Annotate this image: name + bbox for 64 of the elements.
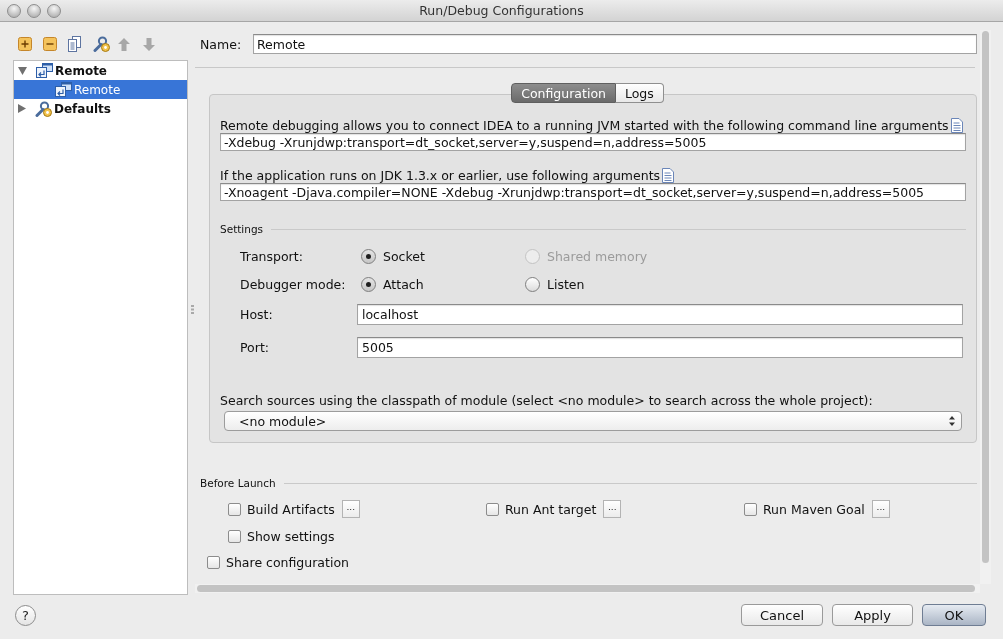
copy-icon[interactable]: [68, 36, 81, 52]
dialog-button[interactable]: OK: [922, 604, 986, 626]
description-text: Search sources using the classpath of module (select <no module> to search across the whole project):: [220, 393, 873, 408]
close-button[interactable]: [7, 3, 21, 18]
add-icon[interactable]: [18, 37, 32, 51]
field-label: Debugger mode:: [240, 276, 347, 292]
description-text: Remote debugging allows you to connect IDEA to a running JVM started with the following command line arguments: [220, 118, 949, 133]
tree-item[interactable]: Remote: [14, 61, 187, 80]
scrollbar-thumb[interactable]: [197, 585, 975, 592]
help-button[interactable]: ?: [15, 604, 36, 626]
checkbox[interactable]: [486, 502, 499, 516]
triangle-right-icon[interactable]: [18, 104, 26, 113]
tab[interactable]: Configuration: [511, 83, 616, 103]
radio-button[interactable]: [361, 276, 376, 292]
triangle-down-icon[interactable]: [18, 66, 27, 75]
wrench-gear-icon[interactable]: [93, 36, 110, 52]
dialog-button[interactable]: Cancel: [741, 604, 823, 626]
browse-button[interactable]: ...: [603, 500, 622, 518]
scrollbar-thumb[interactable]: [982, 31, 989, 563]
tree-item[interactable]: Remote: [14, 80, 187, 99]
radio-label: Attach: [383, 276, 424, 292]
radio-button[interactable]: [525, 276, 540, 292]
window-arrow-icon: [36, 63, 53, 78]
radio-button[interactable]: [361, 248, 376, 264]
window-arrow-icon: [55, 82, 72, 97]
text-field[interactable]: localhost: [357, 304, 963, 325]
checkbox-label: Build Artifacts: [247, 501, 335, 517]
field-label: Host:: [240, 307, 274, 322]
field-label: Name:: [200, 36, 243, 52]
checkbox[interactable]: [228, 529, 241, 543]
checkbox-label: Show settings: [247, 528, 335, 544]
horizontal-scrollbar[interactable]: [195, 584, 980, 593]
name-field[interactable]: Remote: [253, 34, 977, 54]
remove-icon[interactable]: [43, 37, 57, 51]
dialog-button[interactable]: Apply: [832, 604, 913, 626]
checkbox-label: Run Maven Goal: [763, 501, 865, 517]
radio-label: Shared memory: [547, 248, 648, 264]
browse-button[interactable]: ...: [871, 500, 890, 518]
updown-arrows-icon: [949, 416, 955, 426]
checkbox[interactable]: [207, 555, 220, 569]
vertical-scrollbar[interactable]: [980, 30, 991, 584]
window-title: Run/Debug Configurations: [419, 3, 584, 18]
field-label: Port:: [240, 340, 270, 355]
checkbox[interactable]: [228, 502, 241, 516]
tree-item[interactable]: Defaults: [14, 99, 187, 118]
section-title: Before Launch: [200, 477, 276, 489]
browse-button[interactable]: ...: [341, 500, 360, 518]
document-icon[interactable]: [950, 118, 963, 133]
radio-label: Listen: [547, 276, 585, 292]
text-field[interactable]: 5005: [357, 337, 963, 358]
minimize-button[interactable]: [27, 3, 41, 18]
field-label: Transport:: [240, 248, 304, 264]
wrench-gear-icon: [35, 100, 52, 117]
zoom-button[interactable]: [47, 3, 61, 18]
section-title: Settings: [220, 223, 264, 235]
splitter-handle[interactable]: [191, 305, 194, 314]
tab[interactable]: Logs: [615, 83, 664, 103]
checkbox-label: Run Ant target: [505, 501, 597, 517]
radio-label: Socket: [383, 248, 425, 264]
description-text: If the application runs on JDK 1.3.x or earlier, use following arguments: [220, 168, 661, 183]
checkbox[interactable]: [744, 502, 757, 516]
document-icon[interactable]: [662, 168, 675, 183]
module-dropdown[interactable]: <no module>: [224, 411, 962, 431]
checkbox-label: Share configuration: [226, 554, 349, 570]
